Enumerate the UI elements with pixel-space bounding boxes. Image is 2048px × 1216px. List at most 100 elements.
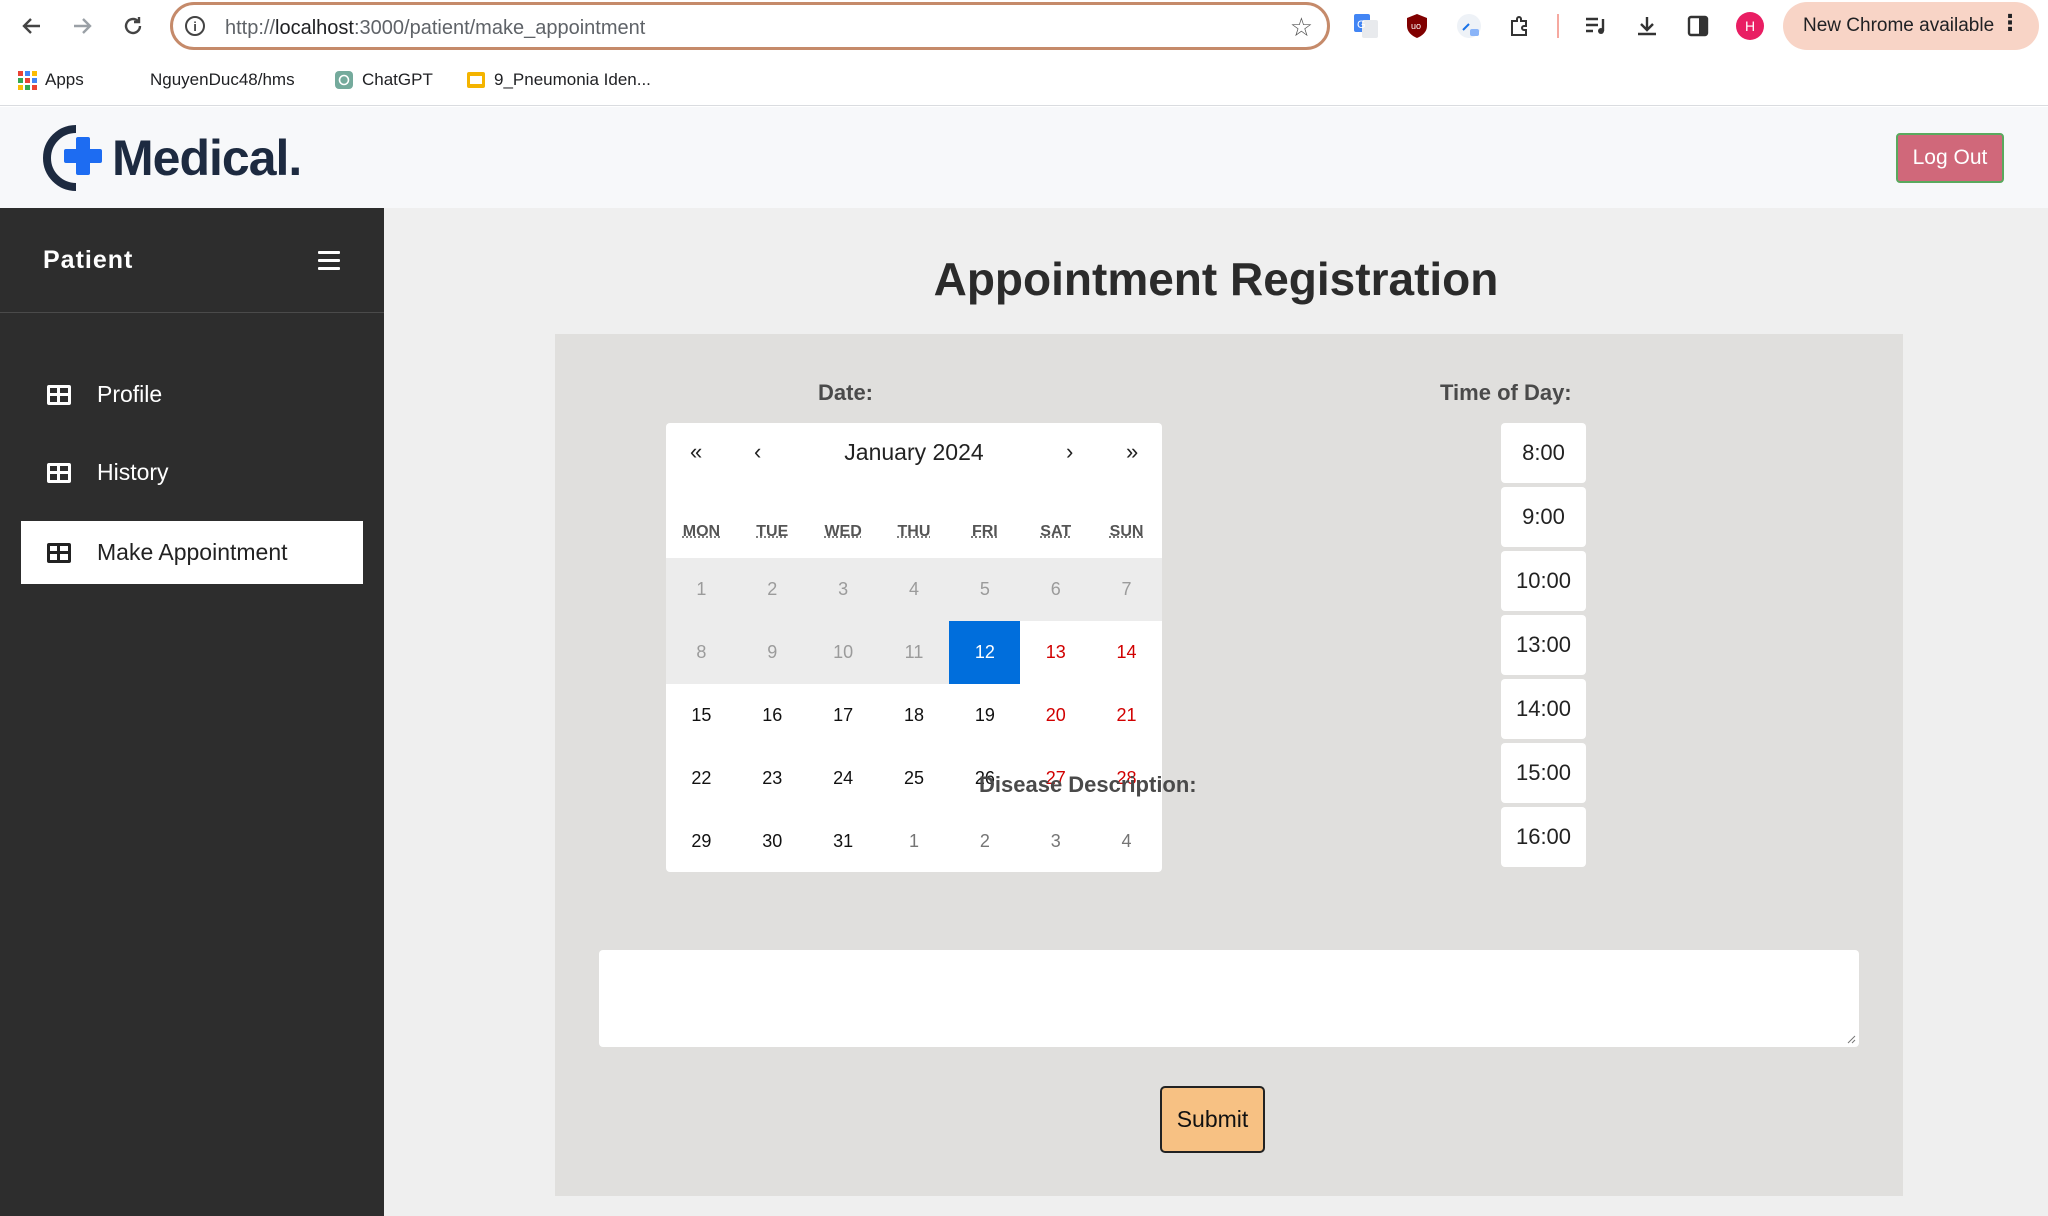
calendar-day[interactable]: 1: [879, 810, 950, 873]
disease-description-textarea[interactable]: [599, 950, 1859, 1047]
calendar-day[interactable]: 29: [666, 810, 737, 873]
calendar-day: 7: [1091, 558, 1162, 621]
calendar-day[interactable]: 14: [1091, 621, 1162, 684]
sidebar-item-profile[interactable]: Profile: [21, 363, 363, 426]
table-icon: [47, 542, 71, 563]
bookmark-chatgpt[interactable]: ChatGPT: [334, 70, 433, 90]
download-icon[interactable]: [1633, 12, 1661, 40]
back-arrow-icon[interactable]: [16, 10, 48, 42]
calendar-day[interactable]: 2: [949, 810, 1020, 873]
reload-icon[interactable]: [117, 10, 149, 42]
sidebar-item-label: Make Appointment: [97, 539, 288, 565]
calendar-day[interactable]: 24: [808, 747, 879, 810]
calendar-day: 3: [807, 558, 879, 621]
calendar-day: 5: [949, 558, 1021, 621]
bookmark-label: 9_Pneumonia Iden...: [494, 70, 651, 89]
calendar-day: 11: [878, 621, 950, 684]
table-icon: [47, 384, 71, 405]
time-slot-button[interactable]: 13:00: [1501, 615, 1586, 675]
weekday-label: TUE: [756, 523, 789, 540]
logout-button[interactable]: Log Out: [1896, 133, 2004, 183]
calendar-day: 9: [736, 621, 808, 684]
calendar-day[interactable]: 25: [879, 747, 950, 810]
calendar-day: 2: [736, 558, 808, 621]
extension-loader-icon[interactable]: [1455, 12, 1483, 40]
media-queue-icon[interactable]: [1582, 12, 1610, 40]
sidebar-item-label: Profile: [97, 381, 163, 407]
hamburger-menu-icon[interactable]: [318, 251, 340, 275]
calendar-day[interactable]: 17: [808, 684, 879, 747]
sidebar-item-label: History: [97, 459, 169, 485]
sidebar: Patient Profile History Make Appointment: [0, 208, 384, 1216]
description-label: Disease Description:: [979, 772, 1197, 797]
weekday-label: MON: [682, 523, 721, 540]
calendar-day[interactable]: 18: [879, 684, 950, 747]
calendar-day[interactable]: 3: [1020, 810, 1091, 873]
date-label: Date:: [818, 380, 874, 405]
bookmarks-bar: Apps NguyenDuc48/hms ChatGPT 9_Pneumonia…: [0, 52, 2048, 106]
sidebar-title: Patient: [43, 246, 134, 274]
calendar-day[interactable]: 30: [737, 810, 808, 873]
new-chrome-label: New Chrome available: [1803, 15, 1995, 36]
time-slot-button[interactable]: 16:00: [1501, 807, 1586, 867]
weekday-label: SAT: [1040, 523, 1072, 540]
weekday-label: THU: [897, 523, 931, 540]
medical-logo[interactable]: Medical.: [42, 125, 302, 191]
ublock-icon[interactable]: uo: [1403, 12, 1431, 40]
site-info-icon[interactable]: i: [185, 16, 205, 36]
calendar: « ‹ January 2024 › » MON TUE WED THU FRI SAT S…: [666, 423, 1162, 872]
bookmark-star-icon[interactable]: ☆: [1290, 12, 1313, 43]
calendar-day[interactable]: 21: [1091, 684, 1162, 747]
calendar-next-month-button[interactable]: ›: [1066, 439, 1073, 465]
sidebar-item-make-appointment[interactable]: Make Appointment: [21, 521, 363, 584]
apps-grid-icon: [18, 70, 37, 90]
translate-icon[interactable]: G: [1352, 12, 1380, 40]
calendar-day[interactable]: 13: [1020, 621, 1091, 684]
time-slot-button[interactable]: 9:00: [1501, 487, 1586, 547]
main-content: Appointment Registration Date: Time of D…: [384, 208, 2048, 1216]
time-slot-button[interactable]: 8:00: [1501, 423, 1586, 483]
calendar-day: 10: [807, 621, 879, 684]
calendar-day[interactable]: 23: [737, 747, 808, 810]
calendar-day: 6: [1020, 558, 1092, 621]
medical-cross-logo-icon: [43, 125, 102, 191]
extensions-puzzle-icon[interactable]: [1506, 12, 1534, 40]
weekday-label: FRI: [971, 523, 998, 540]
browser-toolbar: i http://localhost:3000/patient/make_app…: [0, 0, 2048, 52]
resize-handle-icon[interactable]: [1846, 1034, 1856, 1044]
calendar-day[interactable]: 20: [1020, 684, 1091, 747]
calendar-day: 1: [666, 558, 737, 621]
time-slot-button[interactable]: 15:00: [1501, 743, 1586, 803]
url-text: http://localhost:3000/patient/make_appoi…: [225, 17, 646, 39]
calendar-day-selected[interactable]: 12: [949, 621, 1021, 684]
calendar-day[interactable]: 4: [1091, 810, 1162, 873]
bookmark-label: NguyenDuc48/hms: [150, 70, 295, 89]
kebab-menu-icon[interactable]: ⋮: [1999, 12, 2021, 34]
chatgpt-icon: [335, 71, 353, 89]
sidebar-item-history[interactable]: History: [21, 441, 363, 504]
calendar-day[interactable]: 22: [666, 747, 737, 810]
calendar-day[interactable]: 19: [949, 684, 1020, 747]
bookmark-hms[interactable]: NguyenDuc48/hms: [150, 70, 295, 90]
table-icon: [47, 462, 71, 483]
profile-avatar[interactable]: H: [1736, 12, 1764, 40]
page-title: Appointment Registration: [933, 253, 1499, 305]
side-panel-icon[interactable]: [1684, 12, 1712, 40]
forward-arrow-icon[interactable]: [66, 10, 98, 42]
app-header: Medical. Log Out: [0, 107, 2048, 208]
svg-text:uo: uo: [1411, 21, 1421, 31]
new-chrome-button[interactable]: New Chrome available ⋮: [1783, 2, 2039, 50]
bookmark-label: ChatGPT: [362, 70, 433, 89]
calendar-day[interactable]: 16: [737, 684, 808, 747]
calendar-day[interactable]: 15: [666, 684, 737, 747]
submit-button[interactable]: Submit: [1160, 1086, 1265, 1153]
bookmark-apps[interactable]: Apps: [18, 70, 84, 90]
time-slot-button[interactable]: 10:00: [1501, 551, 1586, 611]
calendar-day[interactable]: 31: [808, 810, 879, 873]
calendar-month-label[interactable]: January 2024: [666, 439, 1162, 466]
address-bar[interactable]: i http://localhost:3000/patient/make_app…: [170, 2, 1330, 50]
bookmark-pneumonia[interactable]: 9_Pneumonia Iden...: [466, 70, 651, 90]
time-slot-button[interactable]: 14:00: [1501, 679, 1586, 739]
slides-icon: [467, 72, 485, 88]
calendar-next-year-button[interactable]: »: [1126, 439, 1138, 465]
